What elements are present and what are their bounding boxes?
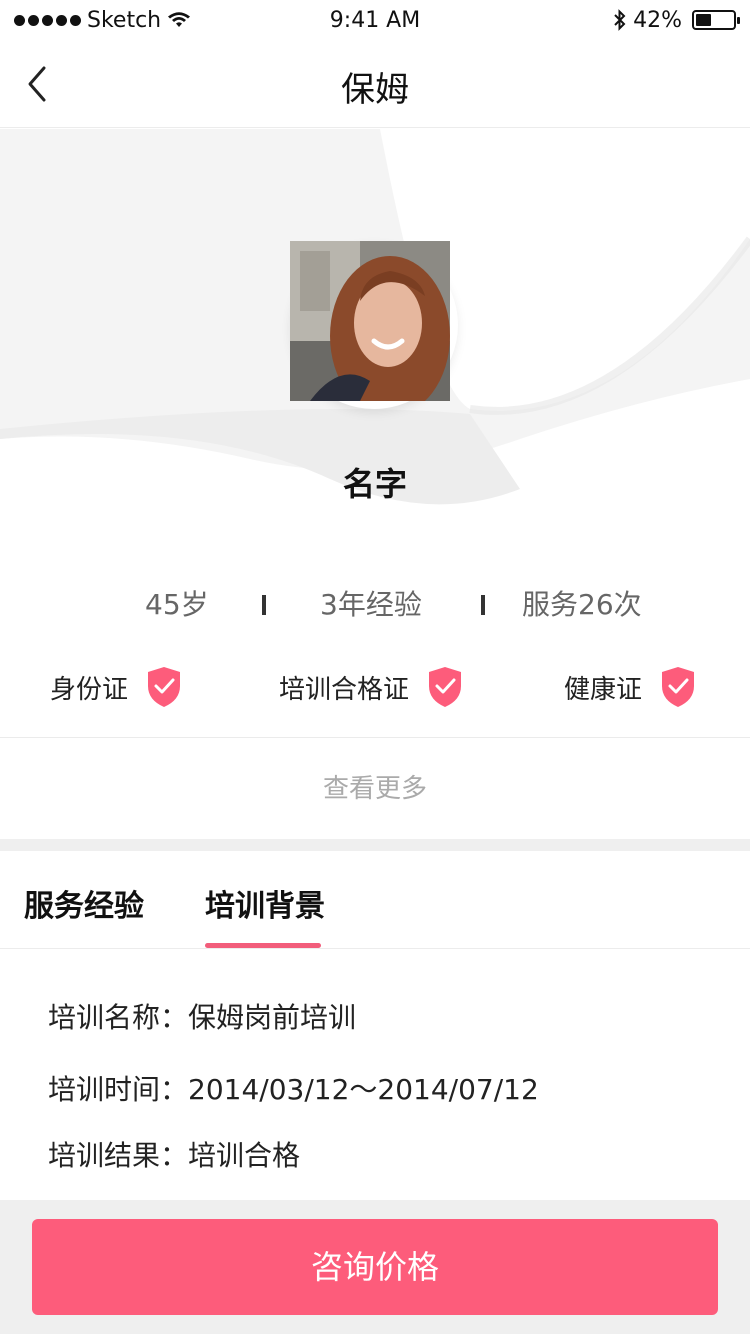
certificate-id-card: 身份证 [50,660,182,714]
bottom-bar: 咨询价格 [0,1200,750,1334]
training-result-row: 培训结果：培训合格 [48,1134,300,1174]
verified-shield-icon [148,667,181,707]
signal-icon [14,14,81,26]
page-title: 保姆 [341,70,409,110]
stat-divider [262,595,266,615]
battery-percent: 42% [633,7,682,33]
consult-price-button[interactable]: 咨询价格 [32,1219,718,1315]
profile-header: 名字 [0,129,750,549]
certificate-list: 身份证 培训合格证 健康证 [0,660,750,714]
stat-divider [481,595,485,615]
screen: Sketch 9:41 AM 42% 保姆 名字 45岁 3年经验 服务26次 … [0,0,750,1334]
verified-shield-icon [662,667,695,707]
wifi-icon [168,12,191,27]
active-tab-indicator [205,943,321,948]
status-time: 9:41 AM [329,7,421,33]
age-stat: 45岁 [145,588,209,621]
bluetooth-icon [614,9,626,31]
training-time-value: 2014/03/12～2014/07/12 [188,1073,539,1106]
navigation-bar: 保姆 [0,40,750,128]
tab-training-background[interactable]: 培训背景 [205,881,325,925]
tab-bar: 服务经验 培训背景 [0,851,750,949]
certificate-label: 培训合格证 [279,674,410,705]
training-name-value: 保姆岗前培训 [188,1001,357,1034]
certificate-label: 身份证 [50,674,129,705]
carrier-label: Sketch [87,7,162,33]
certificate-training: 培训合格证 [279,660,463,714]
avatar [290,241,458,409]
training-name-label: 培训名称： [48,1001,189,1034]
training-name-row: 培训名称：保姆岗前培训 [48,996,356,1036]
training-result-value: 培训合格 [188,1139,301,1172]
certificate-label: 健康证 [564,674,643,705]
status-bar: Sketch 9:41 AM 42% [0,0,750,40]
tab-service-experience[interactable]: 服务经验 [24,881,144,925]
training-time-row: 培训时间：2014/03/12～2014/07/12 [48,1068,539,1108]
verified-shield-icon [429,667,462,707]
view-more-button[interactable]: 查看更多 [0,737,750,839]
training-result-label: 培训结果： [48,1139,189,1172]
certificate-health: 健康证 [564,660,696,714]
section-divider [0,839,750,851]
training-time-label: 培训时间： [48,1073,189,1106]
battery-icon [692,10,740,30]
avatar-photo [290,241,450,401]
profile-stats: 45岁 3年经验 服务26次 [0,583,750,627]
service-count-stat: 服务26次 [522,588,642,621]
experience-stat: 3年经验 [320,588,422,621]
profile-name: 名字 [342,465,407,503]
